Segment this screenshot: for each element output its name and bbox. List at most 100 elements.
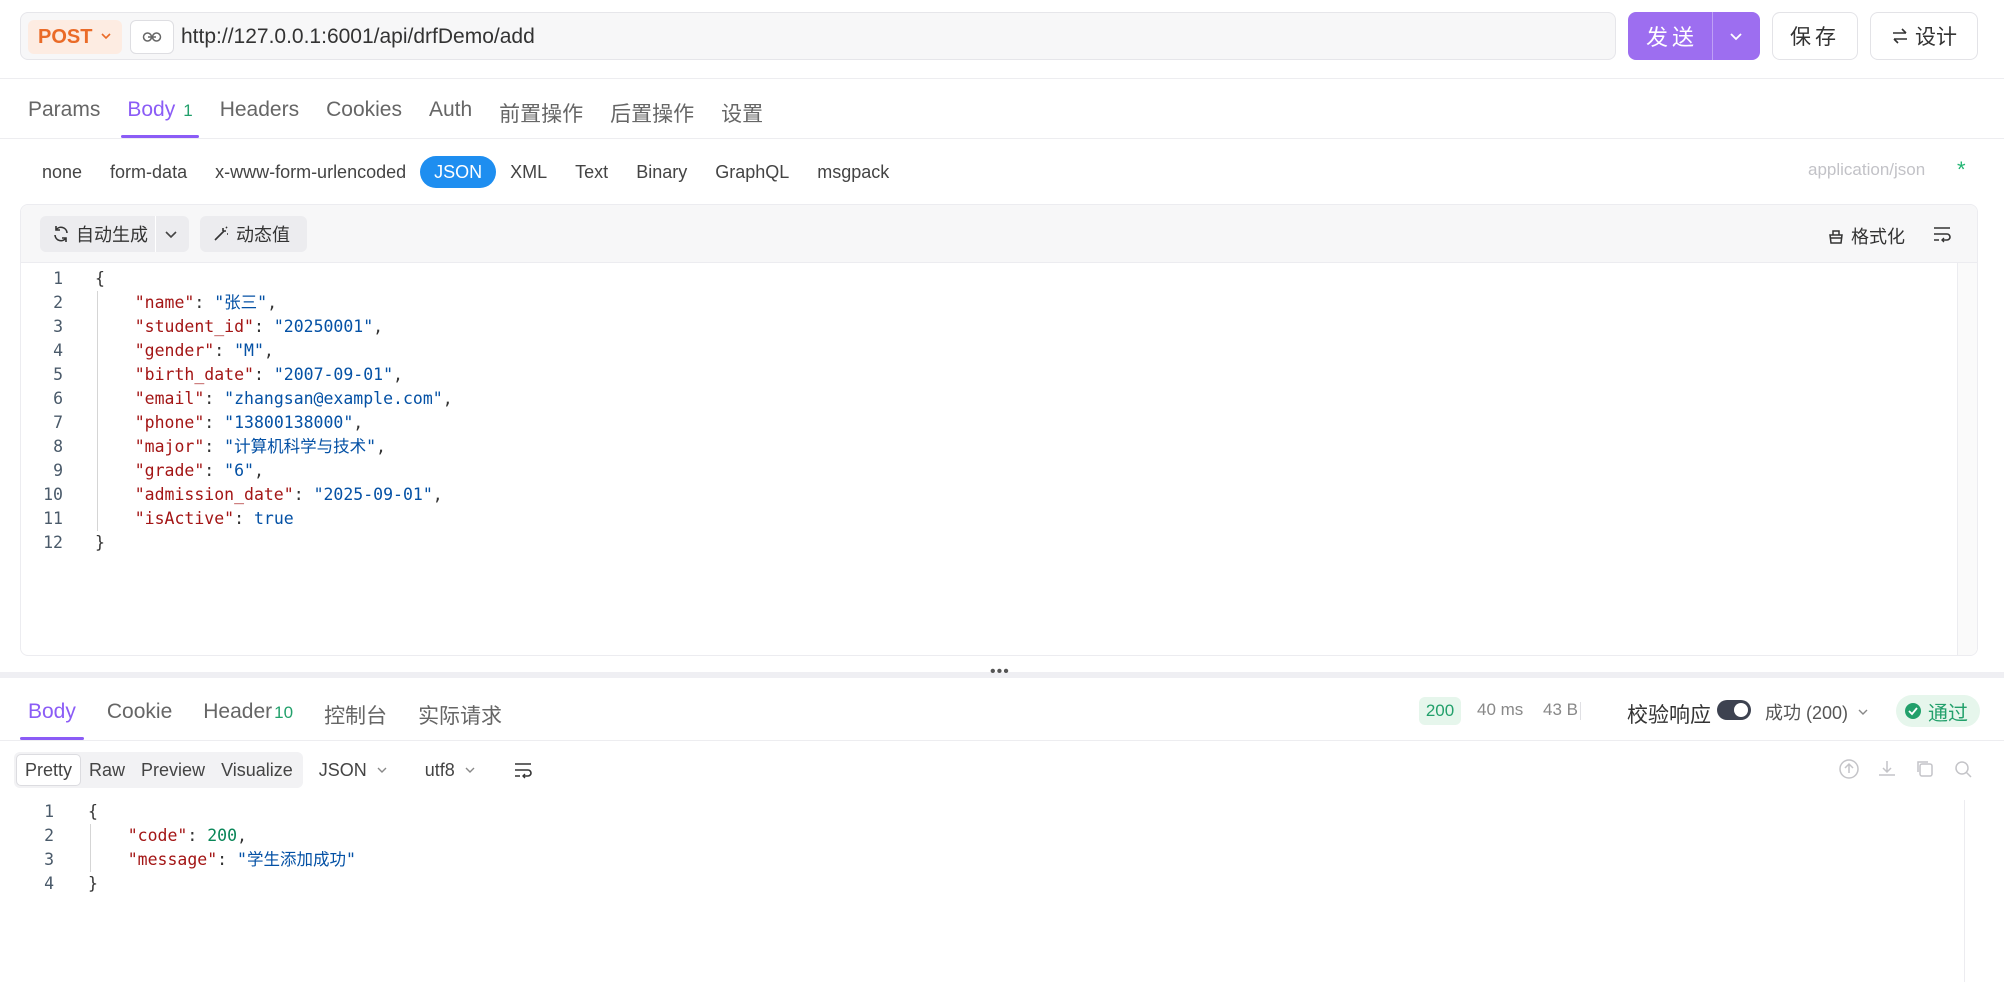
validate-response-label: 校验响应 bbox=[1627, 704, 1711, 727]
line-number: 8 bbox=[53, 437, 63, 456]
design-label: 设计 bbox=[1915, 26, 1957, 49]
tab-headers[interactable]: Headers bbox=[220, 92, 299, 138]
chevron-down-icon[interactable] bbox=[162, 225, 180, 243]
send-button[interactable]: 发送 bbox=[1628, 12, 1760, 60]
response-encoding-select[interactable]: utf8 bbox=[425, 760, 477, 781]
send-label: 发送 bbox=[1646, 25, 1699, 50]
tab-label: 后置操作 bbox=[610, 103, 695, 126]
search-icon[interactable] bbox=[1952, 758, 1974, 780]
broom-icon bbox=[1829, 230, 1843, 244]
chevron-down-icon bbox=[1858, 709, 1868, 715]
line-number: 3 bbox=[44, 850, 54, 869]
tab-response-body[interactable]: Body bbox=[20, 694, 84, 740]
tab-label: Headers bbox=[219, 98, 300, 121]
tab-cookies[interactable]: Cookies bbox=[326, 92, 402, 138]
line-number: 3 bbox=[53, 317, 63, 336]
save-label: 保存 bbox=[1790, 26, 1840, 49]
code-text: "phone": "13800138000", bbox=[95, 413, 364, 432]
tab-settings[interactable]: 设置 bbox=[721, 92, 763, 138]
code-text: "birth_date": "2007-09-01", bbox=[95, 365, 403, 384]
pass-badge: 通过 bbox=[1896, 695, 1980, 727]
response-time: 40 ms bbox=[1477, 700, 1524, 719]
divider bbox=[0, 138, 2004, 139]
code-line: 1{ bbox=[0, 800, 1964, 824]
copy-icon[interactable] bbox=[1914, 758, 1936, 780]
code-text: } bbox=[95, 533, 105, 552]
view-preview[interactable]: Preview bbox=[133, 754, 213, 786]
tab-auth[interactable]: Auth bbox=[429, 92, 472, 138]
code-line: 3 "message": "学生添加成功" bbox=[0, 848, 1964, 872]
code-text: "admission_date": "2025-09-01", bbox=[95, 485, 443, 504]
body-type-msgpack[interactable]: msgpack bbox=[803, 156, 903, 188]
tab-label: 实际请求 bbox=[418, 705, 503, 728]
response-body-viewer[interactable]: 1{2 "code": 200, 3 "message": "学生添加成功" 4} bbox=[0, 800, 1964, 982]
line-number: 6 bbox=[53, 389, 63, 408]
code-text: "isActive": true bbox=[95, 509, 294, 528]
editor-scrollbar[interactable] bbox=[1957, 263, 1977, 655]
view-mode-segment: Pretty Raw Preview Visualize bbox=[14, 752, 303, 788]
word-wrap-icon bbox=[514, 763, 532, 779]
tab-response-header[interactable]: Header 10 bbox=[203, 694, 293, 740]
body-type-xml[interactable]: XML bbox=[496, 156, 561, 188]
tab-pre-operations[interactable]: 前置操作 bbox=[499, 92, 583, 138]
code-text: "gender": "M", bbox=[95, 341, 274, 360]
word-wrap-icon[interactable] bbox=[1932, 225, 1952, 243]
code-line: 4} bbox=[0, 872, 1964, 896]
tab-label: Cookie bbox=[106, 700, 173, 723]
editor-toolbar: 自动生成 动态值 格式化 bbox=[21, 205, 1977, 263]
indent-guide bbox=[97, 291, 98, 531]
upload-icon[interactable] bbox=[1838, 758, 1860, 780]
content-type-label: application/json bbox=[1808, 160, 1926, 179]
code-line: 8 "major": "计算机科学与技术", bbox=[21, 435, 1957, 459]
chevron-down-icon[interactable] bbox=[1726, 26, 1746, 46]
view-visualize[interactable]: Visualize bbox=[213, 754, 301, 786]
code-text: "code": 200, bbox=[88, 826, 247, 845]
view-pretty[interactable]: Pretty bbox=[16, 754, 82, 786]
auto-generate-label: 自动生成 bbox=[76, 225, 148, 245]
design-button[interactable]: 设计 bbox=[1870, 12, 1978, 60]
tab-actual-request[interactable]: 实际请求 bbox=[418, 694, 502, 740]
tab-console[interactable]: 控制台 bbox=[324, 694, 387, 740]
save-button[interactable]: 保存 bbox=[1772, 12, 1858, 60]
download-icon[interactable] bbox=[1876, 758, 1898, 780]
line-number: 1 bbox=[53, 269, 63, 288]
validate-response-toggle[interactable] bbox=[1717, 700, 1751, 720]
body-type-graphql[interactable]: GraphQL bbox=[701, 156, 803, 188]
line-number: 12 bbox=[43, 533, 63, 552]
tab-response-cookie[interactable]: Cookie bbox=[107, 694, 172, 740]
code-editor[interactable]: 1{2 "name": "张三", 3 "student_id": "202500… bbox=[21, 263, 1957, 655]
method-select[interactable]: POST bbox=[28, 20, 122, 54]
tab-badge: 1 bbox=[183, 101, 193, 120]
line-number: 1 bbox=[44, 802, 54, 821]
body-type-binary[interactable]: Binary bbox=[622, 156, 701, 188]
url-input[interactable] bbox=[181, 20, 1601, 54]
drag-handle-icon[interactable]: ••• bbox=[990, 664, 1010, 680]
dynamic-value-button[interactable]: 动态值 bbox=[200, 216, 307, 252]
line-number: 11 bbox=[43, 509, 63, 528]
tab-body[interactable]: Body 1 bbox=[121, 92, 200, 138]
line-number: 7 bbox=[53, 413, 63, 432]
result-select[interactable]: 成功 (200) bbox=[1765, 699, 1870, 725]
response-actions bbox=[1838, 758, 1974, 780]
word-wrap-button[interactable] bbox=[513, 761, 533, 779]
view-raw[interactable]: Raw bbox=[81, 754, 133, 786]
pass-label: 通过 bbox=[1928, 702, 1968, 725]
response-scrollbar[interactable] bbox=[1964, 800, 1982, 982]
tab-post-operations[interactable]: 后置操作 bbox=[610, 92, 694, 138]
tab-params[interactable]: Params bbox=[28, 92, 100, 138]
body-type-json[interactable]: JSON bbox=[420, 156, 497, 188]
tab-label: Body bbox=[127, 98, 176, 121]
link-icon bbox=[142, 32, 162, 42]
body-type-none[interactable]: none bbox=[28, 156, 96, 188]
split-divider bbox=[155, 216, 156, 252]
chevron-down-icon bbox=[377, 767, 387, 773]
body-type-form-data[interactable]: form-data bbox=[96, 156, 201, 188]
format-button[interactable]: 格式化 bbox=[1827, 223, 1905, 249]
code-text: "email": "zhangsan@example.com", bbox=[95, 389, 453, 408]
link-button[interactable] bbox=[130, 20, 174, 54]
tab-label: 设置 bbox=[721, 103, 764, 126]
body-type-text[interactable]: Text bbox=[561, 156, 622, 188]
body-type-urlencoded[interactable]: x-www-form-urlencoded bbox=[201, 156, 420, 188]
auto-generate-button[interactable]: 自动生成 bbox=[40, 216, 189, 252]
response-format-select[interactable]: JSON bbox=[319, 760, 389, 781]
